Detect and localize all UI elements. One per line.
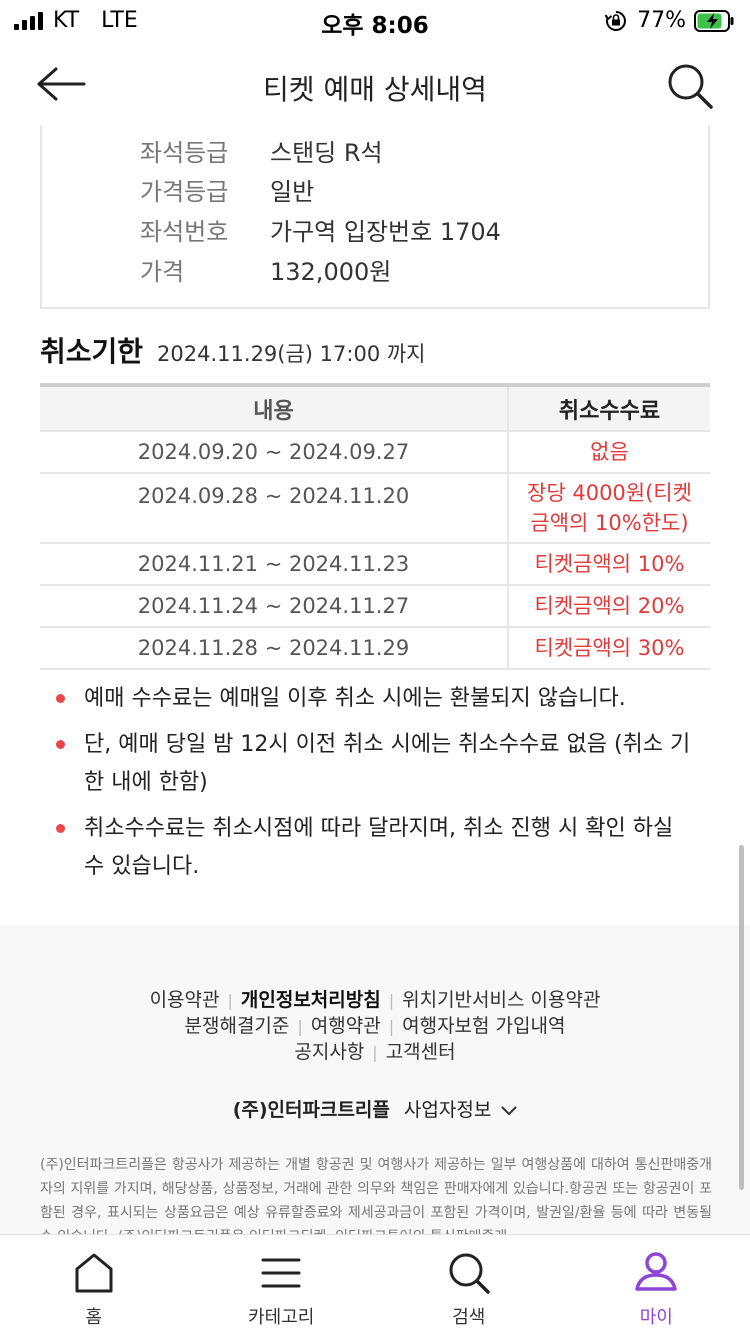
bullet-icon: [56, 824, 65, 833]
table-header-row: 내용 취소수수료: [40, 385, 710, 432]
business-info-toggle[interactable]: (주)인터파크트리플 사업자정보: [0, 1095, 750, 1122]
column-header-fee: 취소수수료: [508, 385, 710, 432]
divider: |: [227, 991, 233, 1010]
deadline-date: 2024.11.29(금) 17:00 까지: [157, 342, 426, 366]
footer-links-row-2: 분쟁해결기준 | 여행약관 | 여행자보험 가입내역: [0, 1011, 750, 1038]
privacy-link[interactable]: 개인정보처리방침: [241, 989, 381, 1011]
nav-label: 마이: [639, 1307, 673, 1328]
notice-text: 예매 수수료는 예매일 이후 취소 시에는 환불되지 않습니다.: [84, 686, 626, 711]
top-app-bar: 티켓 예매 상세내역: [0, 40, 750, 130]
home-icon: [75, 1253, 113, 1293]
person-icon: [635, 1252, 677, 1291]
notice-text: 단, 예매 당일 밤 12시 이전 취소 시에는 취소수수료 없음 (취소 기한…: [84, 732, 691, 795]
period-cell: 2024.09.28 ~ 2024.11.20: [40, 473, 509, 544]
info-row-price-grade: 가격등급 일반: [140, 172, 314, 207]
info-value: 가구역 입장번호 1704: [270, 218, 501, 246]
bullet-icon: [56, 740, 65, 749]
info-row-price: 가격 132,000원: [140, 252, 391, 287]
nav-item-search[interactable]: 검색: [375, 1235, 563, 1334]
fee-cell: 티켓금액의 10%: [508, 543, 710, 586]
fee-cell: 티켓금액의 20%: [508, 585, 710, 628]
terms-link[interactable]: 이용약관: [150, 989, 220, 1011]
info-row-seat-grade: 좌석등급 스탠딩 R석: [140, 133, 383, 168]
period-cell: 2024.09.20 ~ 2024.09.27: [40, 431, 509, 474]
info-label: 좌석등급: [140, 139, 229, 167]
location-terms-link[interactable]: 위치기반서비스 이용약관: [402, 989, 600, 1011]
divider: |: [388, 1017, 395, 1036]
status-right: 77%: [605, 8, 734, 33]
divider: |: [388, 991, 395, 1010]
info-value: 132,000원: [270, 258, 392, 286]
travel-insurance-link[interactable]: 여행자보험 가입내역: [402, 1015, 565, 1037]
cancel-deadline: 취소기한 2024.11.29(금) 17:00 까지: [40, 330, 426, 370]
notice-list: 예매 수수료는 예매일 이후 취소 시에는 환불되지 않습니다. 단, 예매 당…: [56, 680, 696, 888]
table-row: 2024.11.28 ~ 2024.11.29 티켓금액의 30%: [40, 627, 710, 670]
deadline-title: 취소기한: [40, 335, 144, 368]
nav-item-home[interactable]: 홈: [0, 1235, 188, 1334]
info-label: 가격등급: [140, 178, 229, 206]
nav-label: 검색: [452, 1307, 486, 1328]
column-header-period: 내용: [40, 385, 509, 432]
nav-label: 홈: [85, 1307, 103, 1328]
company-name: (주)인터파크트리플: [232, 1099, 390, 1121]
period-cell: 2024.11.28 ~ 2024.11.29: [40, 627, 509, 670]
scrollbar[interactable]: [739, 845, 744, 1190]
dispute-link[interactable]: 분쟁해결기준: [185, 1015, 290, 1037]
list-item: 취소수수료는 취소시점에 따라 달라지며, 취소 진행 시 확인 하실 수 있습…: [56, 810, 696, 886]
footer-links-row-3: 공지사항 | 고객센터: [0, 1037, 750, 1064]
business-info-label: 사업자정보: [403, 1099, 492, 1121]
menu-icon: [261, 1258, 301, 1288]
list-item: 단, 예매 당일 밤 12시 이전 취소 시에는 취소수수료 없음 (취소 기한…: [56, 726, 696, 802]
search-icon[interactable]: [666, 62, 714, 110]
period-cell: 2024.11.24 ~ 2024.11.27: [40, 585, 509, 628]
status-bar: KT LTE 오후 8:06 77%: [0, 0, 750, 40]
footer-links-row-1: 이용약관 | 개인정보처리방침 | 위치기반서비스 이용약관: [0, 985, 750, 1012]
bullet-icon: [56, 694, 65, 703]
search-icon: [449, 1253, 490, 1294]
info-value: 스탠딩 R석: [270, 139, 383, 167]
nav-label: 카테고리: [248, 1307, 315, 1328]
page-title: 티켓 예매 상세내역: [263, 73, 487, 106]
info-label: 좌석번호: [140, 218, 229, 246]
battery-icon: [694, 9, 734, 32]
notice-link[interactable]: 공지사항: [294, 1041, 364, 1063]
footer: 이용약관 | 개인정보처리방침 | 위치기반서비스 이용약관 분쟁해결기준 | 여행약관 | 여…: [0, 925, 750, 1245]
fee-cell: 장당 4000원(티켓금액의 10%한도): [508, 473, 710, 544]
table-row: 2024.11.21 ~ 2024.11.23 티켓금액의 10%: [40, 543, 710, 586]
period-cell: 2024.11.21 ~ 2024.11.23: [40, 543, 509, 586]
table-row: 2024.11.24 ~ 2024.11.27 티켓금액의 20%: [40, 585, 710, 628]
bottom-nav: 홈 카테고리 검색 마이: [0, 1234, 750, 1334]
fee-cell: 없음: [508, 431, 710, 474]
ticket-info-box: 좌석등급 스탠딩 R석 가격등급 일반 좌석번호 가구역 입장번호 1704 가…: [40, 125, 710, 309]
info-value: 일반: [270, 178, 315, 206]
fee-cell: 티켓금액의 30%: [508, 627, 710, 670]
travel-terms-link[interactable]: 여행약관: [311, 1015, 381, 1037]
notice-text: 취소수수료는 취소시점에 따라 달라지며, 취소 진행 시 확인 하실 수 있습…: [84, 816, 674, 879]
info-label: 가격: [140, 258, 185, 286]
info-row-seat-number: 좌석번호 가구역 입장번호 1704: [140, 212, 501, 247]
table-row: 2024.09.20 ~ 2024.09.27 없음: [40, 431, 710, 474]
cancel-fee-table: 내용 취소수수료 2024.09.20 ~ 2024.09.27 없음 2024…: [40, 383, 710, 670]
nav-item-category[interactable]: 카테고리: [188, 1235, 376, 1334]
chevron-down-icon: [501, 1105, 518, 1115]
table-row: 2024.09.28 ~ 2024.11.20 장당 4000원(티켓금액의 1…: [40, 473, 710, 544]
list-item: 예매 수수료는 예매일 이후 취소 시에는 환불되지 않습니다.: [56, 680, 696, 718]
battery-percent: 77%: [637, 8, 686, 33]
rotation-lock-icon: [605, 10, 627, 31]
customer-center-link[interactable]: 고객센터: [386, 1041, 456, 1063]
nav-item-my[interactable]: 마이: [563, 1235, 750, 1334]
divider: |: [372, 1043, 378, 1062]
divider: |: [297, 1017, 303, 1036]
